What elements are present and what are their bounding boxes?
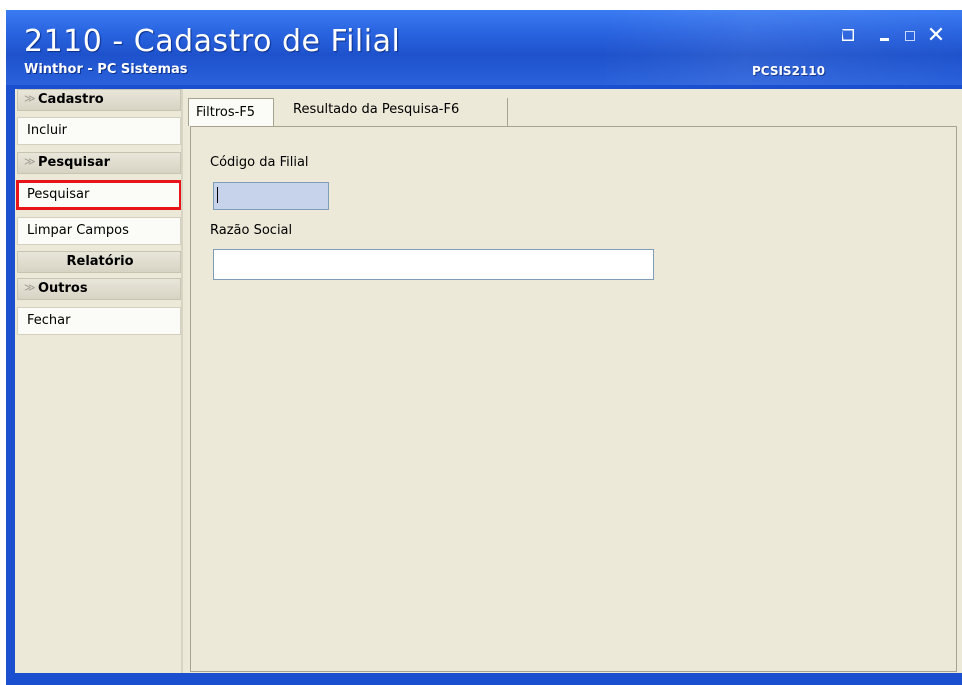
- sidebar-item-label: Limpar Campos: [27, 223, 129, 238]
- codigo-filial-label: Código da Filial: [210, 155, 309, 170]
- sidebar-item-label: Incluir: [27, 123, 68, 138]
- text-caret: [217, 187, 218, 203]
- section-label: Relatório: [66, 254, 134, 269]
- razao-social-input[interactable]: [213, 249, 654, 280]
- chevron-down-icon: ≫: [24, 92, 36, 105]
- action-sidebar: ≫ Cadastro Incluir ≫ Pesquisar Pesquisar…: [16, 89, 183, 673]
- tab-label: Resultado da Pesquisa-F6: [293, 102, 460, 117]
- section-header-pesquisar[interactable]: ≫ Pesquisar: [17, 152, 181, 174]
- chevron-down-icon: ≫: [24, 155, 36, 168]
- sidebar-item-label: Pesquisar: [27, 187, 90, 202]
- sidebar-item-limpar-campos[interactable]: Limpar Campos: [17, 217, 181, 245]
- client-area: ≫ Cadastro Incluir ≫ Pesquisar Pesquisar…: [15, 89, 962, 673]
- chevron-down-icon: ≫: [24, 281, 36, 294]
- maximize-icon[interactable]: [900, 26, 920, 46]
- minimize-icon[interactable]: [874, 26, 894, 46]
- sidebar-item-fechar[interactable]: Fechar: [17, 307, 181, 335]
- restore-icon[interactable]: [838, 26, 858, 46]
- tab-label: Filtros-F5: [196, 105, 256, 120]
- routine-code: PCSIS2110: [752, 64, 825, 78]
- razao-social-label: Razão Social: [210, 223, 293, 238]
- section-label: Pesquisar: [38, 155, 111, 170]
- section-header-relatorio[interactable]: Relatório: [17, 251, 181, 273]
- sidebar-divider[interactable]: [181, 89, 183, 673]
- title-bar[interactable]: 2110 - Cadastro de Filial Winthor - PC S…: [6, 10, 962, 85]
- tab-resultado[interactable]: Resultado da Pesquisa-F6: [281, 98, 508, 126]
- window-title: 2110 - Cadastro de Filial: [24, 24, 401, 59]
- section-header-outros[interactable]: ≫ Outros: [17, 278, 181, 300]
- filter-panel: Código da Filial Razão Social: [190, 126, 957, 672]
- section-header-cadastro[interactable]: ≫ Cadastro: [17, 89, 181, 111]
- tab-filtros[interactable]: Filtros-F5: [188, 98, 274, 126]
- section-label: Cadastro: [38, 92, 104, 107]
- codigo-filial-input[interactable]: [213, 182, 329, 210]
- window-subtitle: Winthor - PC Sistemas: [24, 62, 188, 77]
- section-label: Outros: [38, 281, 88, 296]
- sidebar-item-label: Fechar: [27, 313, 71, 328]
- close-icon[interactable]: ✕: [926, 25, 946, 47]
- main-window: 2110 - Cadastro de Filial Winthor - PC S…: [6, 10, 962, 685]
- sidebar-item-incluir[interactable]: Incluir: [17, 117, 181, 145]
- sidebar-item-pesquisar[interactable]: Pesquisar: [16, 180, 182, 210]
